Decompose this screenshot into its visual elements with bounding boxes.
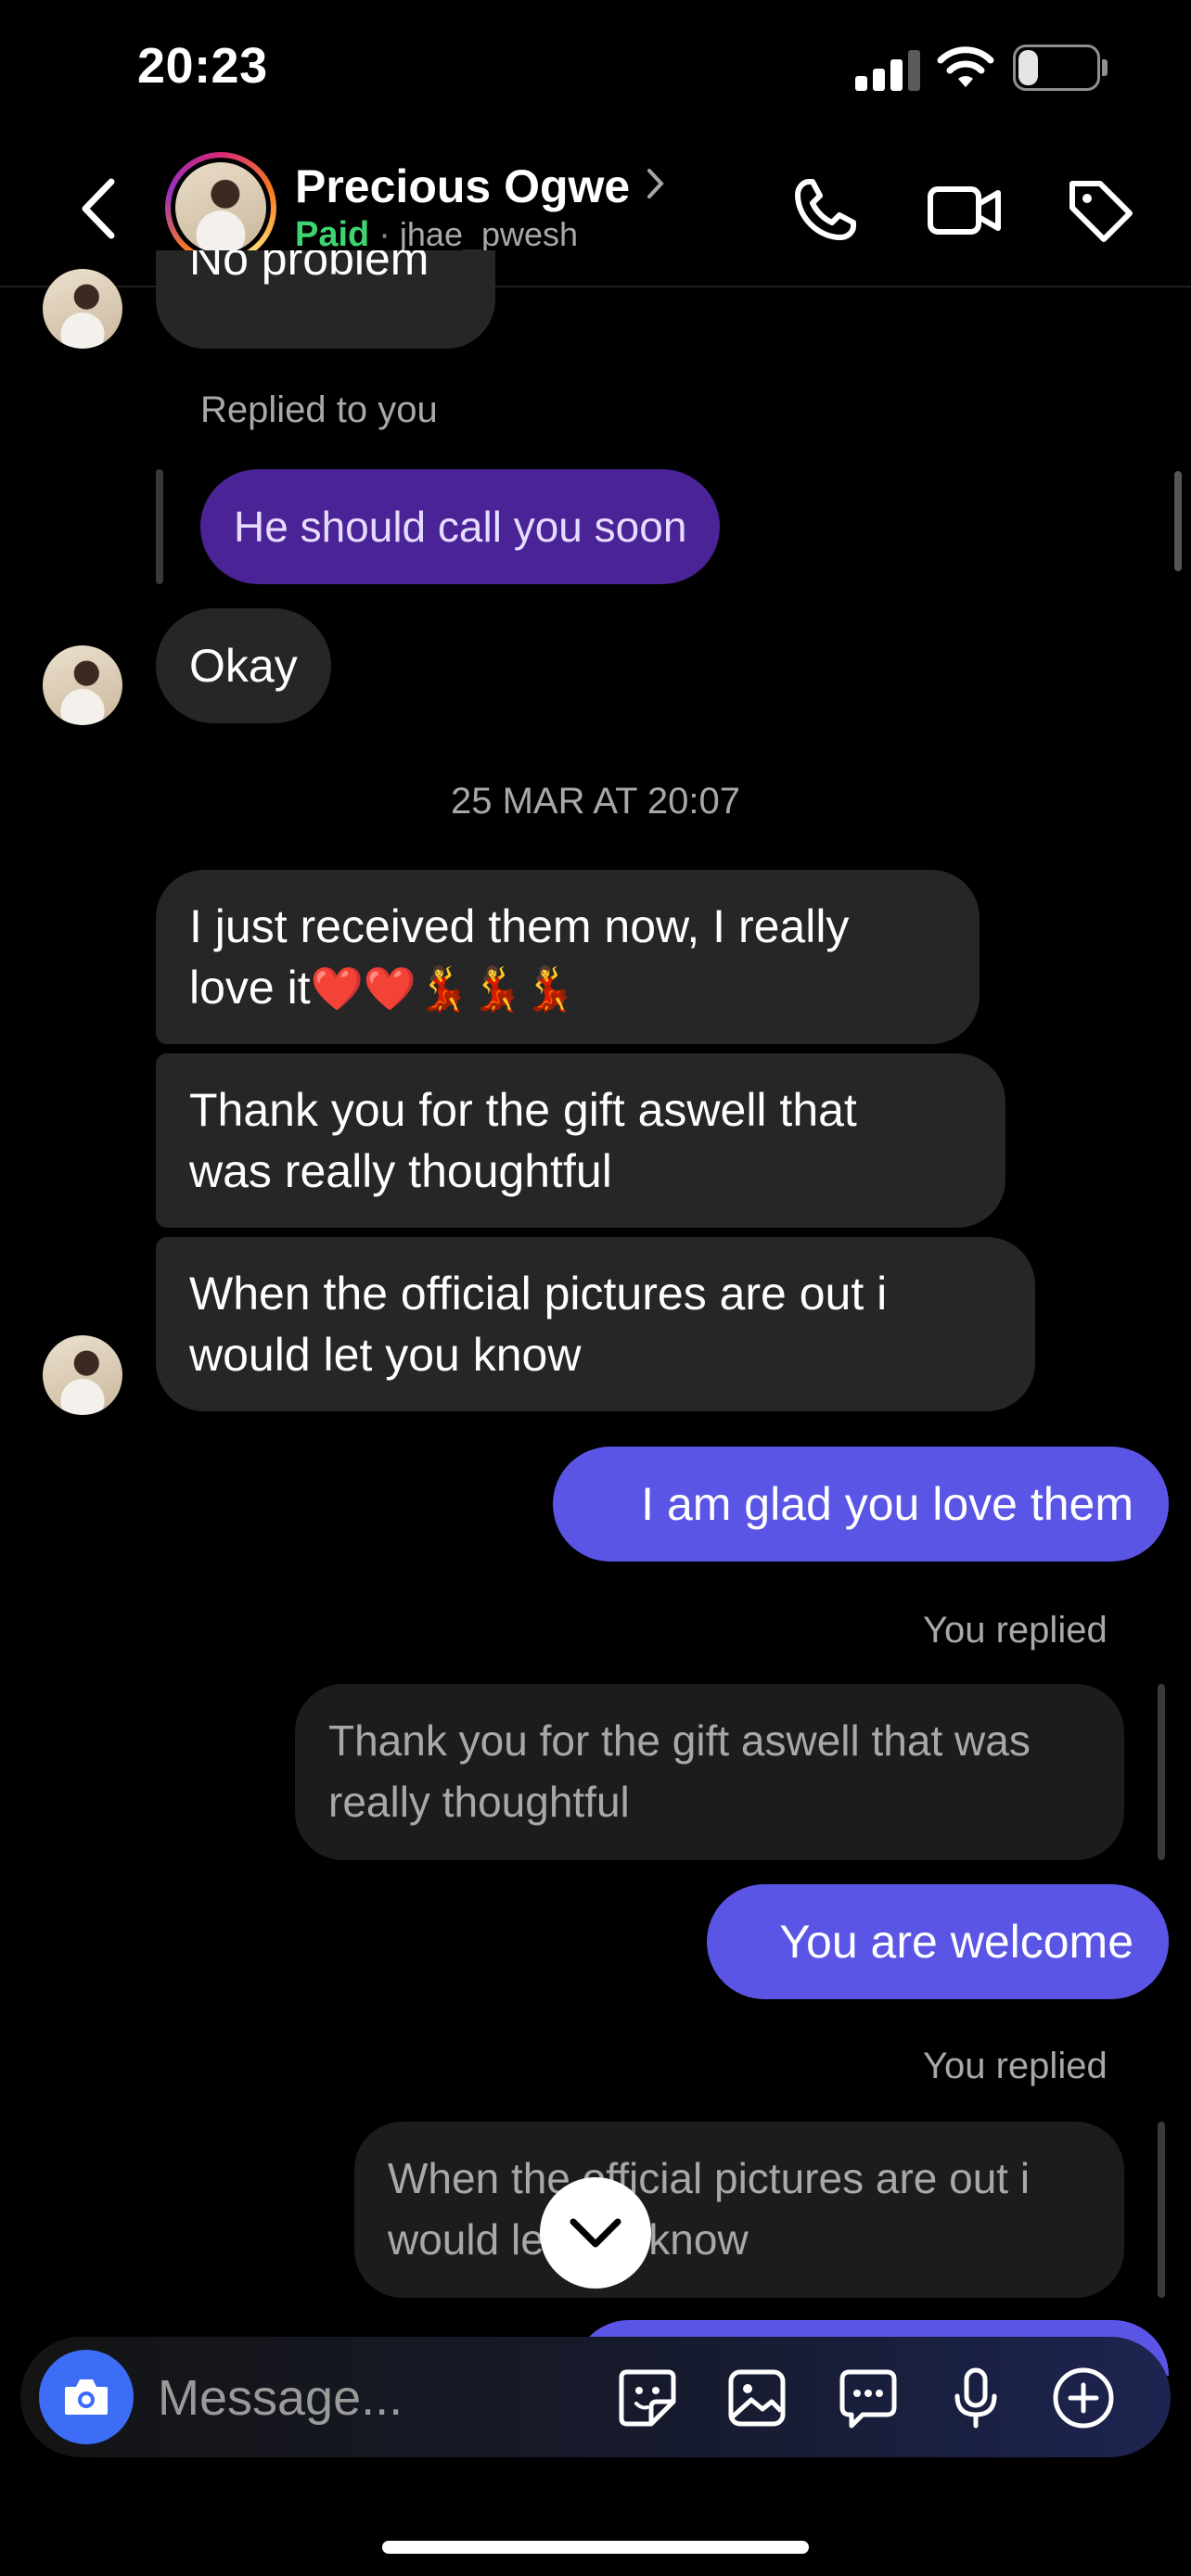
message-composer [20, 2337, 1171, 2459]
chevron-right-icon[interactable] [646, 167, 666, 200]
date-separator: 25 MAR AT 20:07 [450, 781, 741, 822]
video-camera-icon[interactable] [926, 172, 1004, 247]
reply-quoted-message[interactable]: When the official pictures are out i wou… [354, 2122, 1124, 2298]
battery-cap [1102, 59, 1108, 76]
message-input[interactable] [156, 2337, 605, 2459]
avatar-photo [175, 162, 266, 253]
chevron-down-icon [570, 2218, 621, 2248]
reply-quote-bar [156, 469, 163, 584]
sender-avatar[interactable] [43, 269, 122, 349]
received-message-okay[interactable]: Okay [156, 608, 331, 723]
received-message-partial[interactable]: No problem [156, 250, 495, 349]
sent-message[interactable]: I am glad you love them [553, 1447, 1169, 1562]
paid-badge: Paid [295, 215, 370, 254]
microphone-icon[interactable] [942, 2365, 1009, 2431]
received-message[interactable]: I just received them now, I really love … [156, 870, 980, 1044]
status-time: 20:23 [137, 38, 268, 94]
battery-icon: 23 [1013, 45, 1100, 91]
received-message[interactable]: Thank you for the gift aswell that was r… [156, 1053, 1005, 1228]
wifi-icon [937, 46, 994, 87]
cellular-signal-icon [855, 48, 920, 91]
camera-button[interactable] [39, 2350, 134, 2444]
reply-quoted-message[interactable]: Thank you for the gift aswell that was r… [295, 1684, 1124, 1860]
received-message[interactable]: When the official pictures are out i wou… [156, 1237, 1035, 1411]
reply-quote-bar [1158, 2122, 1165, 2298]
you-replied-label: You replied [923, 2046, 1108, 2086]
tag-icon[interactable] [1063, 172, 1137, 247]
plus-circle-icon[interactable] [1050, 2365, 1117, 2431]
quoted-sent-message[interactable]: He should call you soon [200, 469, 721, 584]
username: jhae_pwesh [399, 215, 579, 253]
scrollbar[interactable] [1174, 471, 1182, 571]
back-chevron-icon[interactable] [76, 176, 122, 241]
scroll-to-bottom-button[interactable] [540, 2177, 651, 2289]
replied-to-you-label: Replied to you [200, 389, 438, 430]
chat-bubble-icon[interactable] [835, 2365, 902, 2431]
camera-icon [65, 2379, 108, 2415]
phone-icon[interactable] [788, 172, 863, 247]
separator-dot: · [378, 215, 391, 254]
you-replied-label: You replied [923, 1610, 1108, 1651]
reply-quote-bar [1158, 1684, 1165, 1860]
sent-message[interactable]: You are welcome [707, 1884, 1169, 1999]
contact-avatar[interactable] [165, 152, 276, 263]
contact-subtitle: Paid · jhae_pwesh [295, 215, 578, 255]
sender-avatar[interactable] [43, 645, 122, 725]
sender-avatar[interactable] [43, 1335, 122, 1415]
home-indicator [382, 2541, 809, 2554]
contact-name[interactable]: Precious Ogwe [295, 159, 630, 213]
gallery-icon[interactable] [724, 2365, 790, 2431]
sticker-icon[interactable] [614, 2365, 681, 2431]
